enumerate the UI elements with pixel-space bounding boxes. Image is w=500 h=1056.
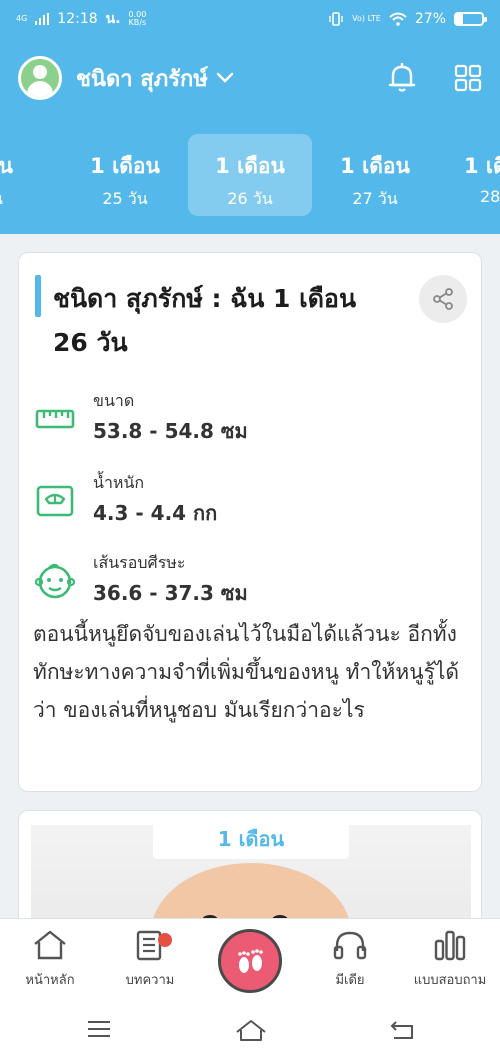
size-value: 53.8 - 54.8 ซม [93, 419, 248, 443]
share-button[interactable] [419, 275, 467, 323]
user-name[interactable]: ชนิดา สุภรักษ์ [76, 61, 208, 96]
month-label: 1 เดือน [153, 819, 349, 859]
status-bar: 4G 12:18 น. 0.00 KB/s Vo) LTE 27% [0, 0, 500, 38]
nav-survey[interactable]: แบบสอบถาม [400, 929, 500, 990]
battery-percent: 27% [414, 11, 446, 27]
avatar[interactable] [18, 56, 62, 100]
volte-label: Vo) LTE [352, 14, 381, 23]
age-tab-selected[interactable]: 1 เดือน 26 วัน [188, 134, 312, 216]
bar-chart-icon [434, 930, 466, 961]
nav-media[interactable]: มีเดีย [300, 929, 400, 990]
head-circumference-stat: เส้นรอบศีรษะ 36.6 - 37.3 ซม [35, 551, 435, 611]
age-tab-days: 25 วัน [102, 189, 148, 208]
scale-icon [36, 485, 74, 517]
menu-icon[interactable] [86, 1018, 112, 1040]
age-tab[interactable]: 1 เดือน 25 วัน [63, 134, 187, 216]
baby-face-icon [35, 563, 75, 599]
card-title: ชนิดา สุภรักษ์ : ฉัน 1 เดือน 26 วัน [53, 284, 357, 357]
age-tab[interactable]: 1 เดือน 27 วัน [313, 134, 437, 216]
size-stat: ขนาด 53.8 - 54.8 ซม [35, 389, 435, 449]
nav-media-label: มีเดีย [335, 973, 365, 988]
month-article-card[interactable]: 1 เดือน [18, 810, 482, 930]
nav-articles[interactable]: บทความ [100, 929, 200, 990]
age-tab-months: 1 เดือน [90, 154, 160, 178]
head-circumference-label: เส้นรอบศีรษะ [93, 553, 186, 572]
development-info-card: ชนิดา สุภรักษ์ : ฉัน 1 เดือน 26 วัน ขนาด… [18, 252, 482, 792]
title-accent-bar [35, 275, 41, 317]
headphones-icon [333, 931, 367, 960]
net-speed-unit: KB/s [128, 18, 147, 27]
age-tab-days: 26 วัน [227, 189, 273, 208]
network-label: 4G [16, 14, 28, 23]
footprint-icon [238, 949, 263, 973]
age-tab-months: 1 เดือน [340, 154, 410, 178]
age-tab-months: 1 เดื [464, 154, 500, 178]
carrier-char: น. [105, 11, 121, 27]
nav-home-label: หน้าหลัก [25, 973, 75, 988]
age-tab-months: 1 เดือน [215, 154, 285, 178]
battery-fill [456, 14, 464, 24]
age-tab[interactable]: 1 เดือน วัน [0, 134, 40, 216]
weight-stat: น้ำหนัก 4.3 - 4.4 กก [35, 471, 435, 531]
development-description: ตอนนี้หนูยึดจับของเล่นไว้ในมือได้แล้วนะ … [33, 622, 460, 722]
chevron-down-icon[interactable] [216, 72, 234, 84]
home-icon [34, 930, 66, 960]
bottom-nav: หน้าหลัก บทความ มีเดีย แบบสอบถาม [0, 918, 500, 1006]
weight-label: น้ำหนัก [93, 473, 145, 492]
signal-icon [35, 13, 50, 25]
age-tab-months: 1 เดือน [0, 154, 13, 178]
battery-icon [454, 12, 487, 26]
app-header: ชนิดา สุภรักษ์ [0, 38, 500, 118]
grid-menu-icon[interactable] [454, 64, 482, 92]
back-icon[interactable] [388, 1018, 416, 1040]
share-icon [433, 288, 453, 310]
clock: 12:18 [57, 11, 98, 27]
size-label: ขนาด [93, 391, 135, 410]
system-nav-bar [0, 1006, 500, 1056]
vibrate-icon [329, 12, 343, 26]
age-tab-days: 28 [480, 187, 500, 206]
nav-articles-label: บทความ [125, 973, 175, 988]
head-circumference-value: 36.6 - 37.3 ซม [93, 581, 248, 605]
ruler-icon [35, 409, 75, 429]
net-speed: 0.00 KB/s [129, 11, 147, 27]
nav-home[interactable]: หน้าหลัก [0, 929, 100, 990]
bell-icon[interactable] [388, 63, 416, 93]
center-footprint-button[interactable] [218, 929, 282, 993]
age-tab-days: วัน [0, 187, 40, 212]
age-tab-strip[interactable]: 1 เดือน วัน 1 เดือน 25 วัน 1 เดือน 26 วั… [0, 118, 500, 234]
wifi-icon [389, 12, 407, 26]
notification-badge [158, 933, 172, 947]
age-tab-days: 27 วัน [352, 189, 398, 208]
age-tab[interactable]: 1 เดื 28 [456, 134, 500, 216]
weight-value: 4.3 - 4.4 กก [93, 501, 218, 525]
home-system-icon[interactable] [234, 1018, 268, 1042]
nav-survey-label: แบบสอบถาม [413, 973, 487, 988]
